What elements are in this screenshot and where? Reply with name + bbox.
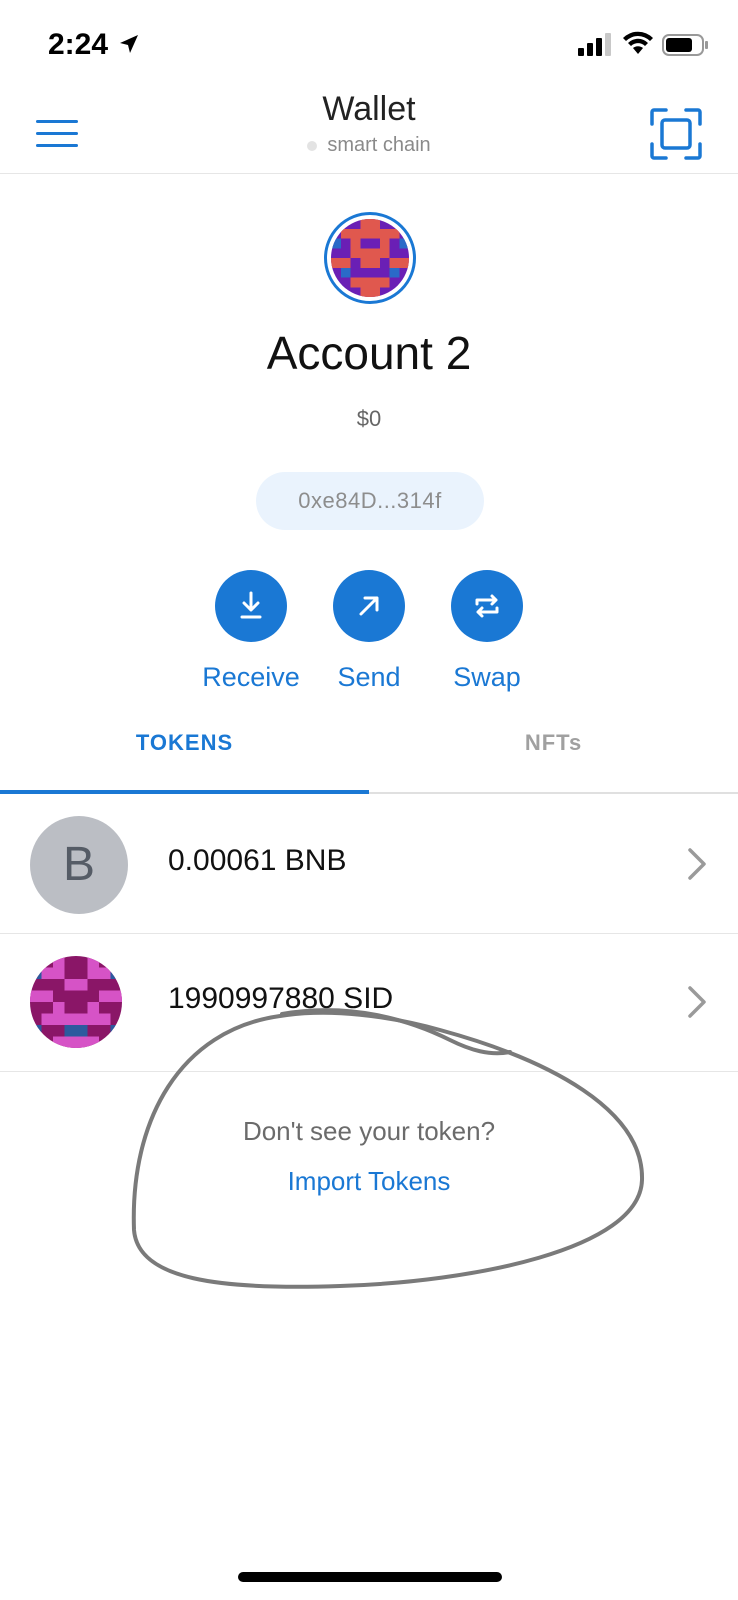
swap-label: Swap xyxy=(453,662,521,692)
receive-circle[interactable] xyxy=(215,570,287,642)
account-balance: $0 xyxy=(356,406,382,431)
home-indicator[interactable] xyxy=(238,1572,502,1582)
account-identicon xyxy=(331,219,409,297)
sid-token-icon xyxy=(30,956,122,1048)
missing-token-prompt: Don't see your token? xyxy=(242,1116,496,1146)
wifi-icon xyxy=(623,31,653,54)
tab-tokens[interactable]: TOKENS xyxy=(0,730,369,756)
chevron-right-icon xyxy=(688,986,706,1018)
bnb-token-icon: B xyxy=(30,816,128,914)
account-avatar[interactable] xyxy=(324,212,416,304)
account-address-pill[interactable]: 0xe84D...314f xyxy=(256,472,484,530)
network-indicator[interactable]: smart chain xyxy=(0,134,738,157)
arrow-up-right-icon xyxy=(359,596,379,616)
token-row-bnb[interactable]: B 0.00061 BNB xyxy=(0,796,738,934)
battery-icon xyxy=(662,34,708,56)
qr-scan-icon[interactable] xyxy=(650,108,702,160)
download-icon xyxy=(240,591,262,619)
receive-button[interactable]: Receive xyxy=(196,570,306,693)
asset-tabs: TOKENS NFTs xyxy=(0,708,738,794)
token-amount: 0.00061 BNB xyxy=(168,844,347,877)
network-name: smart chain xyxy=(327,134,431,156)
page-title: Wallet xyxy=(322,90,416,128)
swap-button[interactable]: Swap xyxy=(432,570,542,693)
swap-circle[interactable] xyxy=(451,570,523,642)
swap-icon xyxy=(475,594,499,618)
import-tokens-link[interactable]: Import Tokens xyxy=(0,1166,738,1197)
token-row-sid[interactable]: 1990997880 SID xyxy=(0,934,738,1072)
chevron-right-icon xyxy=(688,848,706,880)
tab-nfts[interactable]: NFTs xyxy=(369,730,738,756)
token-amount: 1990997880 SID xyxy=(168,982,394,1015)
receive-label: Receive xyxy=(202,662,300,692)
status-bar: 2:24 xyxy=(0,0,738,90)
active-tab-indicator xyxy=(0,790,369,794)
status-time: 2:24 xyxy=(48,28,109,61)
send-circle[interactable] xyxy=(333,570,405,642)
send-label: Send xyxy=(337,662,401,692)
send-button[interactable]: Send xyxy=(314,570,424,693)
cellular-signal-icon xyxy=(578,33,611,56)
network-status-dot xyxy=(307,140,318,151)
app-header: Wallet smart chain xyxy=(0,90,738,174)
location-arrow-icon xyxy=(120,35,138,53)
account-name[interactable]: Account 2 xyxy=(0,326,738,380)
